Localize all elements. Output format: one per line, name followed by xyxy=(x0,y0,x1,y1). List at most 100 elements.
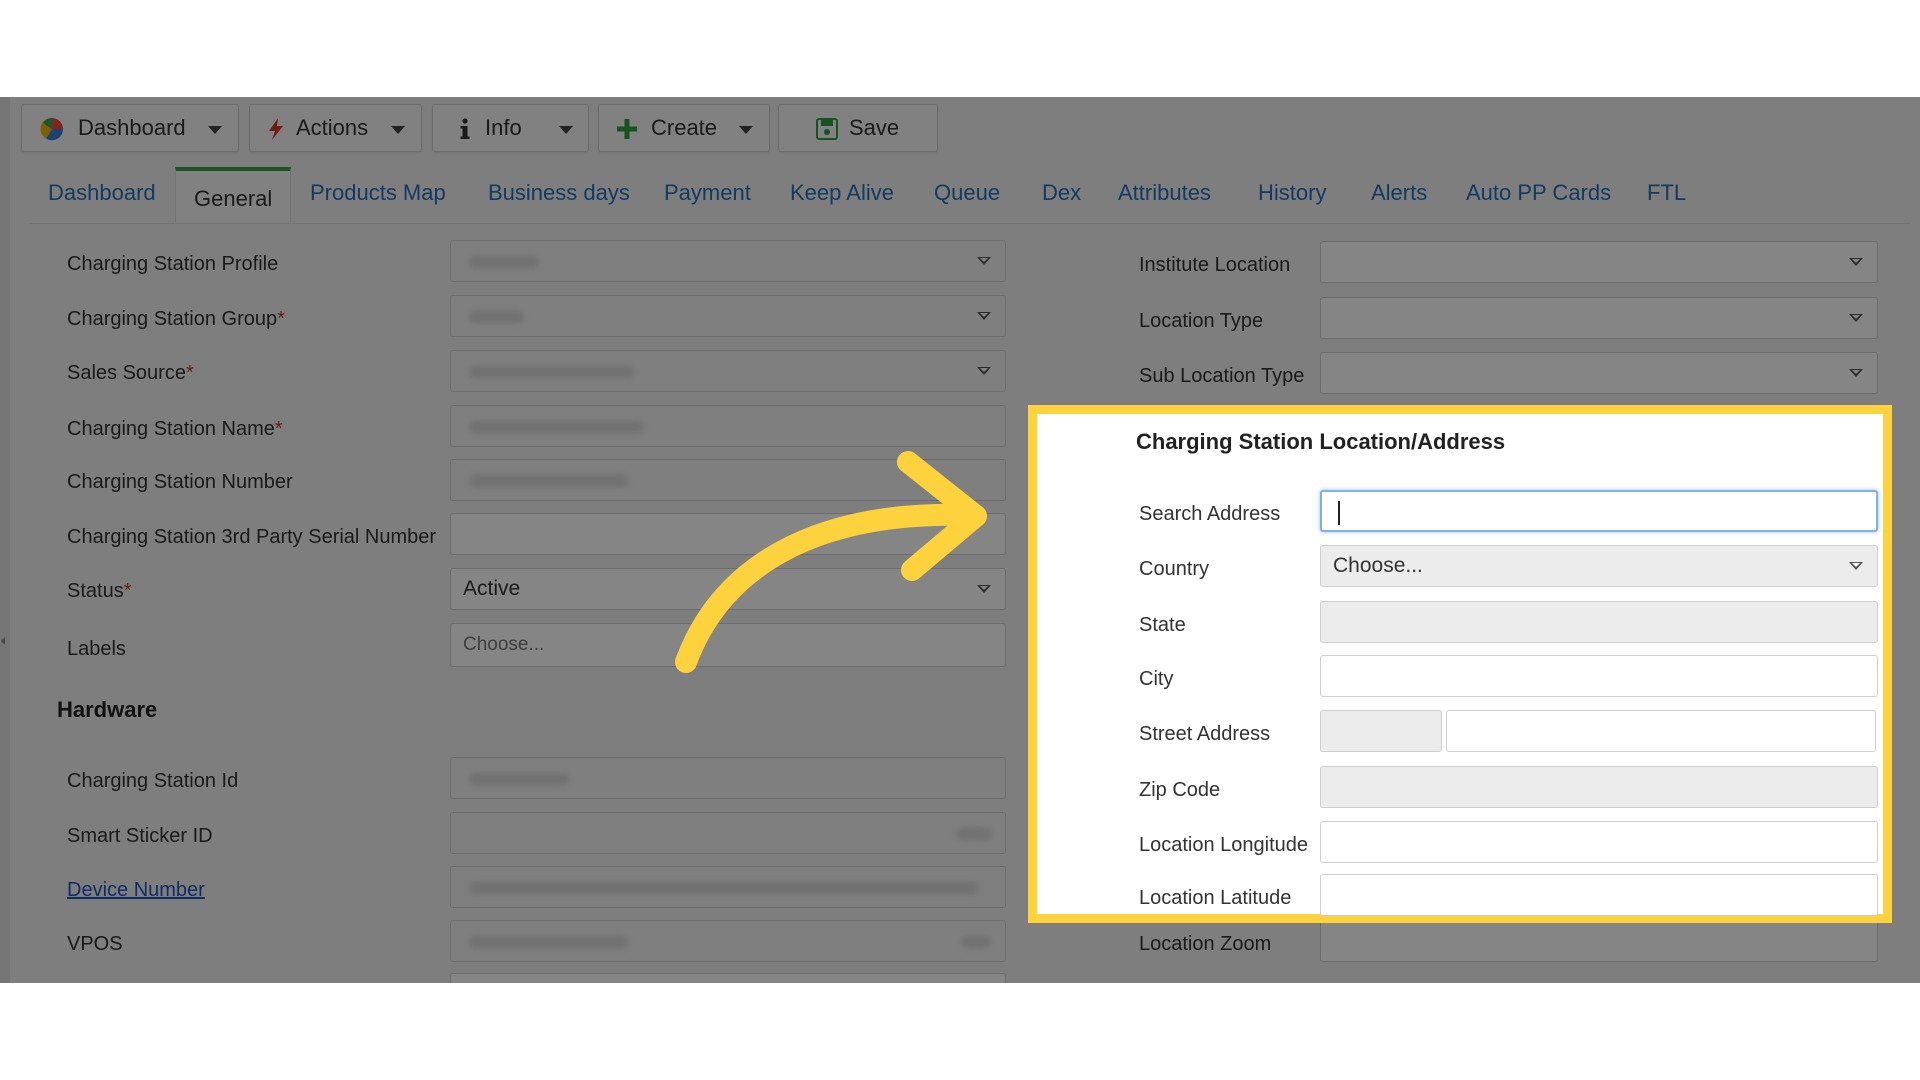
institute-location-label: Institute Location xyxy=(1139,254,1291,276)
search-address-label: Search Address xyxy=(1139,503,1281,525)
longitude-input[interactable] xyxy=(1320,821,1878,863)
tab-dashboard[interactable]: Dashboard xyxy=(30,167,174,221)
tab-dex[interactable]: Dex xyxy=(1024,167,1099,221)
sub-location-type-select[interactable] xyxy=(1320,352,1878,394)
info-icon xyxy=(460,118,470,139)
zip-code-label: Zip Code xyxy=(1139,779,1221,801)
actions-dropdown-button[interactable]: Actions xyxy=(249,104,422,152)
tab-attributes[interactable]: Attributes xyxy=(1100,167,1229,221)
city-label: City xyxy=(1139,668,1174,690)
text-cursor xyxy=(1338,501,1340,525)
tab-bar: Dashboard General Products Map Business … xyxy=(30,167,1910,223)
chevron-down-icon xyxy=(1849,258,1863,266)
tab-general[interactable]: General xyxy=(175,167,292,223)
blurred-value xyxy=(469,421,644,433)
station-id-input[interactable] xyxy=(450,757,1006,799)
station-id-label: Charging Station Id xyxy=(67,770,239,792)
longitude-label: Location Longitude xyxy=(1139,834,1309,856)
chevron-down-icon xyxy=(977,312,991,320)
smart-sticker-label: Smart Sticker ID xyxy=(67,825,213,847)
vpos-input[interactable] xyxy=(450,920,1006,962)
tab-bar-divider xyxy=(30,223,1910,224)
chevron-left-icon xyxy=(1,637,5,645)
state-label: State xyxy=(1139,614,1186,636)
chevron-down-icon xyxy=(391,126,405,134)
status-value: Active xyxy=(463,577,521,600)
tab-payment[interactable]: Payment xyxy=(646,167,769,221)
blurred-value xyxy=(469,936,629,948)
chevron-down-icon xyxy=(1849,314,1863,322)
sub-location-type-label: Sub Location Type xyxy=(1139,365,1305,387)
curved-arrow-icon xyxy=(675,451,987,673)
country-select[interactable]: Choose... xyxy=(1320,545,1878,587)
search-address-input[interactable] xyxy=(1320,490,1878,532)
chevron-down-icon xyxy=(1849,369,1863,377)
next-field-input[interactable] xyxy=(450,973,1006,983)
group-select[interactable] xyxy=(450,295,1006,337)
street-number-input[interactable] xyxy=(1320,710,1442,752)
save-disk-icon xyxy=(816,118,838,140)
smart-sticker-input[interactable] xyxy=(450,812,1006,854)
info-dropdown-button[interactable]: Info xyxy=(432,104,589,152)
save-button[interactable]: Save xyxy=(778,104,938,152)
institute-location-select[interactable] xyxy=(1320,241,1878,283)
blurred-value xyxy=(469,256,539,268)
location-address-title: Charging Station Location/Address xyxy=(1136,429,1506,454)
chevron-down-icon xyxy=(559,126,573,134)
tab-keep-alive[interactable]: Keep Alive xyxy=(772,167,912,221)
location-address-highlight: Charging Station Location/Address Search… xyxy=(1028,405,1892,923)
blurred-value xyxy=(956,828,992,840)
sidebar-collapse-handle[interactable] xyxy=(0,97,10,983)
lightning-icon xyxy=(269,118,283,140)
tab-alerts[interactable]: Alerts xyxy=(1353,167,1445,221)
number-label: Charging Station Number xyxy=(67,471,293,493)
serial-label: Charging Station 3rd Party Serial Number xyxy=(67,526,437,548)
tab-ftl[interactable]: FTL xyxy=(1629,167,1704,221)
blurred-value xyxy=(469,882,979,894)
tab-auto-pp-cards[interactable]: Auto PP Cards xyxy=(1448,167,1629,221)
create-button-label: Create xyxy=(651,115,718,140)
device-number-link[interactable]: Device Number xyxy=(67,879,205,902)
sales-source-label: Sales Source* xyxy=(67,362,194,384)
location-zoom-input[interactable] xyxy=(1320,920,1878,962)
name-label: Charging Station Name* xyxy=(67,418,283,440)
hardware-section-title: Hardware xyxy=(57,697,158,722)
blurred-value xyxy=(469,475,629,487)
labels-label: Labels xyxy=(67,638,126,660)
street-address-input[interactable] xyxy=(1446,710,1876,752)
profile-label: Charging Station Profile xyxy=(67,253,279,275)
street-address-label: Street Address xyxy=(1139,723,1271,745)
plus-icon xyxy=(617,119,637,139)
tab-queue[interactable]: Queue xyxy=(916,167,1018,221)
tab-business-days[interactable]: Business days xyxy=(470,167,648,221)
group-label: Charging Station Group* xyxy=(67,308,285,330)
chevron-down-icon xyxy=(208,126,222,134)
location-type-select[interactable] xyxy=(1320,297,1878,339)
info-button-label: Info xyxy=(485,115,522,140)
sales-source-select[interactable] xyxy=(450,350,1006,392)
create-dropdown-button[interactable]: Create xyxy=(598,104,770,152)
latitude-label: Location Latitude xyxy=(1139,887,1292,909)
labels-placeholder: Choose... xyxy=(463,634,545,655)
zip-code-input[interactable] xyxy=(1320,766,1878,808)
country-placeholder: Choose... xyxy=(1333,554,1423,577)
country-label: Country xyxy=(1139,558,1210,580)
blurred-value xyxy=(961,936,991,948)
city-input[interactable] xyxy=(1320,655,1878,697)
chevron-down-icon xyxy=(977,367,991,375)
profile-select[interactable] xyxy=(450,240,1006,282)
blurred-value xyxy=(469,311,524,323)
dashboard-dropdown-button[interactable]: Dashboard xyxy=(21,104,239,152)
actions-button-label: Actions xyxy=(296,115,369,140)
location-type-label: Location Type xyxy=(1139,310,1264,332)
vpos-label: VPOS xyxy=(67,933,123,955)
latitude-input[interactable] xyxy=(1320,874,1878,916)
pie-chart-icon xyxy=(40,117,64,141)
save-button-label: Save xyxy=(849,115,900,140)
device-number-input[interactable] xyxy=(450,866,1006,908)
tab-history[interactable]: History xyxy=(1240,167,1344,221)
state-input[interactable] xyxy=(1320,601,1878,643)
blurred-value xyxy=(469,773,569,785)
chevron-down-icon xyxy=(977,257,991,265)
tab-products-map[interactable]: Products Map xyxy=(292,167,464,221)
